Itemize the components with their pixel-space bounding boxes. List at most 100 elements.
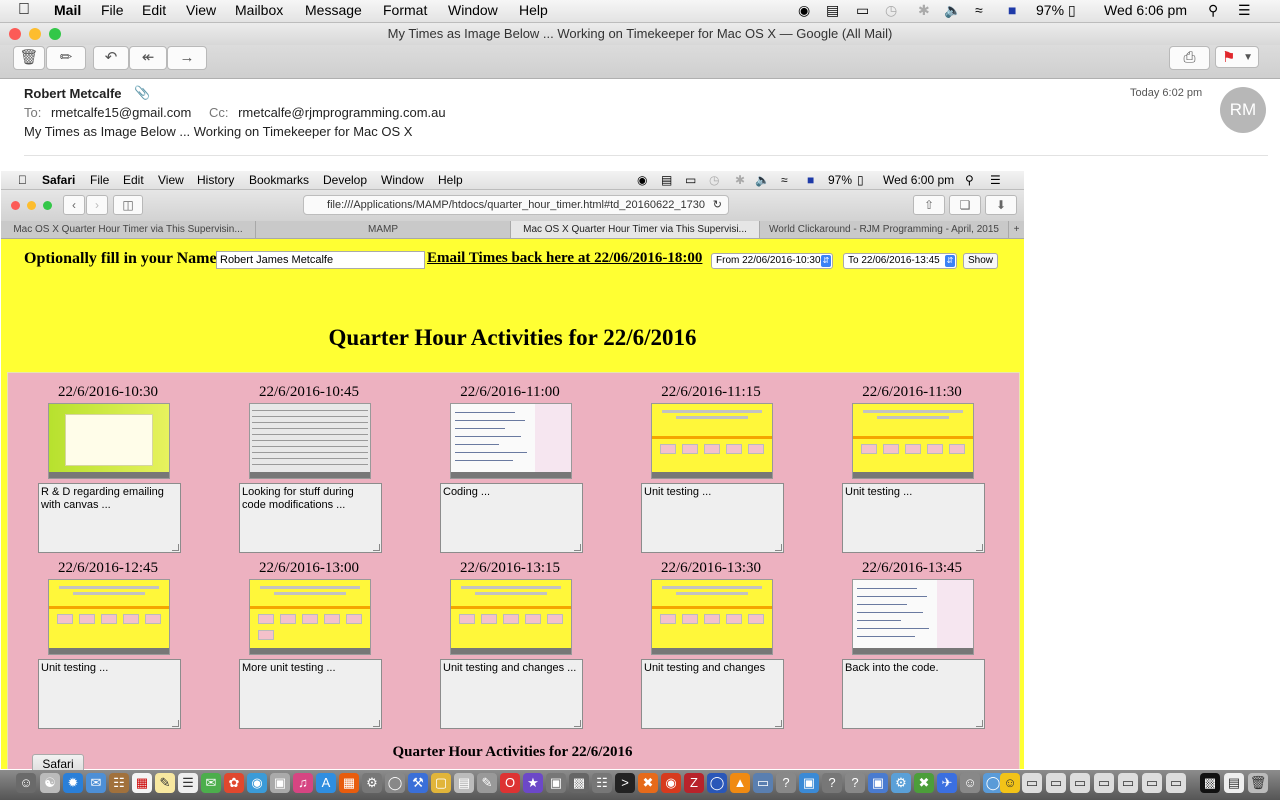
- mail-icon[interactable]: ✉: [86, 773, 106, 793]
- apple-icon[interactable]: : [18, 1, 30, 19]
- activity-thumbnail: [651, 579, 773, 655]
- vlc-icon[interactable]: ▲: [730, 773, 750, 793]
- activity-thumbnail: [48, 403, 170, 479]
- window-thumbnail-icon[interactable]: ▭: [1118, 773, 1138, 793]
- window-title: My Times as Image Below ... Working on T…: [0, 23, 1280, 45]
- utility-icon[interactable]: ◯: [385, 773, 405, 793]
- bluetooth-icon[interactable]: ✱: [918, 2, 930, 19]
- cc-address[interactable]: rmetcalfe@rjmprogramming.com.au: [238, 105, 446, 120]
- window-thumbnail-icon[interactable]: ▭: [1142, 773, 1162, 793]
- reply-all-button[interactable]: ↞: [129, 46, 167, 70]
- ibooks-icon[interactable]: ▦: [339, 773, 359, 793]
- image-capture-icon[interactable]: ▣: [546, 773, 566, 793]
- filezilla-icon[interactable]: Z: [684, 773, 704, 793]
- terminal-icon[interactable]: >: [615, 773, 635, 793]
- xcode-icon[interactable]: ⚒: [408, 773, 428, 793]
- imovie-icon[interactable]: ★: [523, 773, 543, 793]
- menu-view[interactable]: View: [186, 2, 216, 18]
- package-icon[interactable]: ▣: [868, 773, 888, 793]
- monitor-icon[interactable]: ▭: [753, 773, 773, 793]
- itunes-icon[interactable]: ♫: [293, 773, 313, 793]
- window-title-text: My Times as Image Below ... Working on T…: [387, 26, 893, 41]
- battery-percent[interactable]: 97%: [1036, 2, 1064, 18]
- unknown-app-icon[interactable]: ?: [845, 773, 865, 793]
- menu-message[interactable]: Message: [305, 2, 362, 18]
- menu-edit[interactable]: Edit: [142, 2, 166, 18]
- to-address[interactable]: rmetcalfe15@gmail.com: [51, 105, 191, 120]
- airplay-icon[interactable]: ▭: [856, 2, 869, 19]
- screenshot-icon[interactable]: ▩: [569, 773, 589, 793]
- facetime-icon[interactable]: ◉: [247, 773, 267, 793]
- folder-icon[interactable]: ▢: [431, 773, 451, 793]
- unknown-app-icon[interactable]: ?: [776, 773, 796, 793]
- firefox-icon[interactable]: ◉: [661, 773, 681, 793]
- minimize-window-button[interactable]: [29, 28, 41, 40]
- window-thumbnail-icon[interactable]: ▭: [1046, 773, 1066, 793]
- reminders-icon[interactable]: ☰: [178, 773, 198, 793]
- junk-button[interactable]: ✏: [46, 46, 86, 70]
- finder-icon[interactable]: ☺: [16, 773, 36, 793]
- preview-icon[interactable]: ▣: [270, 773, 290, 793]
- cube-icon[interactable]: ▣: [799, 773, 819, 793]
- menu-window[interactable]: Window: [448, 2, 498, 18]
- messages-icon[interactable]: ✉: [201, 773, 221, 793]
- document-icon[interactable]: ▤: [454, 773, 474, 793]
- activity-time: 22/6/2016-13:15: [460, 560, 560, 576]
- game-icon[interactable]: ✖: [914, 773, 934, 793]
- menu-mail[interactable]: Mail: [54, 2, 81, 18]
- forward-button[interactable]: →: [167, 46, 207, 70]
- footer-heading: Quarter Hour Activities for 22/6/2016: [392, 744, 633, 760]
- battery-icon[interactable]: ▯: [1068, 2, 1076, 19]
- safari-icon[interactable]: ✹: [63, 773, 83, 793]
- menu-format[interactable]: Format: [383, 2, 427, 18]
- activity-note: Unit testing and changes: [641, 659, 784, 729]
- reply-button[interactable]: ↶: [93, 46, 129, 70]
- window-thumbnail-icon[interactable]: ▭: [1070, 773, 1090, 793]
- status-app-icon[interactable]: ◉: [798, 2, 810, 19]
- zoom-window-button[interactable]: [49, 28, 61, 40]
- notes-icon[interactable]: ✎: [155, 773, 175, 793]
- opera-icon[interactable]: O: [500, 773, 520, 793]
- menu-help[interactable]: Help: [519, 2, 548, 18]
- minimized-window-icon[interactable]: ▩: [1200, 773, 1220, 793]
- trash-dock-icon[interactable]: 🗑: [1248, 773, 1268, 793]
- wifi-icon[interactable]: ≈: [975, 2, 983, 18]
- network-icon[interactable]: ⚙: [891, 773, 911, 793]
- volume-icon[interactable]: 🔈: [944, 2, 961, 19]
- emoji-icon[interactable]: ☺: [1000, 773, 1020, 793]
- tools-icon[interactable]: ✖: [638, 773, 658, 793]
- paperclip-icon[interactable]: 📎: [134, 85, 150, 101]
- window-thumbnail-icon[interactable]: ▭: [1166, 773, 1186, 793]
- menu-mailbox[interactable]: Mailbox: [235, 2, 283, 18]
- contacts-icon[interactable]: ☷: [109, 773, 129, 793]
- browser-icon[interactable]: ◯: [707, 773, 727, 793]
- time-machine-icon[interactable]: ◷: [885, 2, 897, 19]
- notification-center-icon[interactable]: ☰: [1238, 2, 1251, 19]
- plane-icon[interactable]: ✈: [937, 773, 957, 793]
- trash-icon: 🗑: [19, 49, 39, 66]
- flag-button[interactable]: ⚑ ▼: [1215, 46, 1259, 68]
- close-window-button[interactable]: [9, 28, 21, 40]
- menu-file[interactable]: File: [101, 2, 124, 18]
- system-preferences-icon[interactable]: ⚙: [362, 773, 382, 793]
- activity-note: R & D regarding emailing with canvas ...: [38, 483, 181, 553]
- person-icon[interactable]: ☺: [960, 773, 980, 793]
- status-d-icon[interactable]: ▤: [826, 2, 839, 19]
- menubar-clock[interactable]: Wed 6:06 pm: [1104, 2, 1187, 18]
- window-thumbnail-icon[interactable]: ▭: [1094, 773, 1114, 793]
- delete-button[interactable]: 🗑: [13, 46, 45, 70]
- textedit-icon[interactable]: ✎: [477, 773, 497, 793]
- reply-all-icon: ↞: [141, 49, 155, 66]
- activity-thumbnail: [249, 403, 371, 479]
- downloads-stack-icon[interactable]: ▤: [1224, 773, 1244, 793]
- calendar-icon[interactable]: ▦: [132, 773, 152, 793]
- print-button[interactable]: ⎙: [1169, 46, 1210, 70]
- help-icon[interactable]: ?: [822, 773, 842, 793]
- launchpad-icon[interactable]: ☯: [40, 773, 60, 793]
- activity-monitor-icon[interactable]: ☷: [592, 773, 612, 793]
- window-thumbnail-icon[interactable]: ▭: [1022, 773, 1042, 793]
- spotlight-icon[interactable]: ⚲: [1208, 2, 1218, 19]
- photos-icon[interactable]: ✿: [224, 773, 244, 793]
- flag-au-icon[interactable]: ■: [1008, 2, 1016, 18]
- app-store-icon[interactable]: A: [316, 773, 336, 793]
